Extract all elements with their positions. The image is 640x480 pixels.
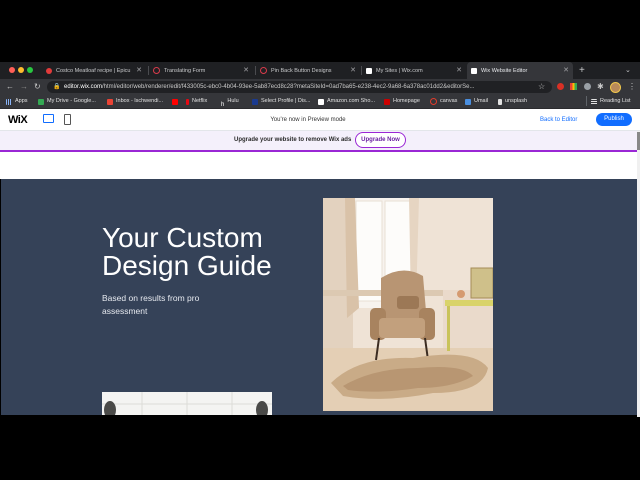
back-to-editor-link[interactable]: Back to Editor: [540, 110, 577, 130]
amazon-icon: [318, 98, 324, 105]
bookmark-item[interactable]: [172, 95, 181, 108]
extension-icon[interactable]: [557, 83, 564, 90]
bookmark-star-icon[interactable]: ☆: [538, 79, 545, 95]
bookmark-label: Netflix: [192, 98, 208, 104]
hulu-icon: h: [221, 101, 225, 108]
bookmark-label: Umail: [474, 98, 489, 104]
reading-list-button[interactable]: Reading List: [591, 95, 631, 108]
tab-favicon-icon: [46, 67, 52, 74]
lock-icon[interactable]: 🔒: [53, 81, 60, 93]
reading-list-icon: [591, 98, 597, 105]
close-tab-icon[interactable]: ✕: [563, 66, 569, 74]
minimize-window-icon[interactable]: [18, 67, 24, 73]
publish-button[interactable]: Publish: [596, 113, 632, 126]
close-tab-icon[interactable]: ✕: [350, 66, 356, 74]
apps-grid-icon: [6, 98, 12, 105]
profile-avatar[interactable]: [610, 82, 621, 93]
tab-title: Costco Meatloaf recipe | Epicu: [56, 67, 131, 74]
bookmark-label: Inbox - lschwendi...: [116, 98, 164, 104]
bookmark-label: Hulu: [227, 98, 239, 104]
back-arrow-icon[interactable]: ←: [6, 79, 14, 95]
bookmarks-divider: [586, 96, 587, 106]
browser-tab-active[interactable]: Wix Website Editor ✕: [467, 62, 573, 79]
bookmark-item[interactable]: Amazon.com Sho...: [318, 95, 375, 108]
tab-search-icon[interactable]: ⌄: [625, 62, 631, 79]
armchair-room-image: [323, 198, 493, 411]
upgrade-now-button[interactable]: Upgrade Now: [355, 132, 406, 148]
reload-icon[interactable]: ↻: [34, 79, 41, 95]
umail-icon: [465, 98, 471, 105]
bookmark-label: My Drive - Google...: [47, 98, 96, 104]
browser-tab[interactable]: Costco Meatloaf recipe | Epicu ✕: [42, 62, 146, 79]
unsplash-icon: [498, 98, 502, 105]
close-tab-icon[interactable]: ✕: [136, 66, 142, 74]
new-tab-button[interactable]: +: [579, 62, 585, 79]
tab-favicon-icon: [260, 67, 267, 74]
tile-wall-image: [102, 392, 272, 415]
bookmark-item[interactable]: My Drive - Google...: [38, 95, 96, 108]
netflix-icon: [186, 98, 189, 105]
tab-title: My Sites | Wix.com: [376, 67, 423, 74]
bookmark-label: canvas: [440, 98, 458, 104]
bookmark-item[interactable]: Select Profile | Dis...: [252, 95, 310, 108]
bookmark-label: Apps: [15, 98, 28, 104]
forward-arrow-icon[interactable]: →: [20, 79, 28, 95]
url-text[interactable]: editor.wix.com/html/editor/web/renderer/…: [64, 81, 534, 93]
close-window-icon[interactable]: [9, 67, 15, 73]
canvas-icon: [430, 98, 437, 105]
hero-title: Your Custom Design Guide: [102, 222, 272, 281]
close-tab-icon[interactable]: ✕: [243, 66, 249, 74]
browser-tab[interactable]: Pin Back Button Designs ✕: [256, 62, 360, 79]
extension-icon[interactable]: [584, 83, 591, 90]
bookmark-label: Amazon.com Sho...: [327, 98, 375, 104]
tab-favicon-icon: [153, 67, 160, 74]
zoom-window-icon[interactable]: [27, 67, 33, 73]
wix-favicon-icon: [471, 67, 477, 74]
bookmark-item[interactable]: Inbox - lschwendi...: [107, 95, 163, 108]
bookmark-item[interactable]: Umail: [465, 95, 488, 108]
close-tab-icon[interactable]: ✕: [456, 66, 462, 74]
gmail-icon: [107, 98, 113, 105]
url-path: /html/editor/web/renderer/edit/f433005c-…: [102, 84, 475, 90]
preview-mode-message: You're now in Preview mode: [270, 117, 346, 123]
bookmark-item[interactable]: canvas: [430, 95, 457, 108]
browser-tab[interactable]: My Sites | Wix.com ✕: [362, 62, 466, 79]
bookmark-item[interactable]: Netflix: [186, 95, 207, 108]
extensions-puzzle-icon[interactable]: ✱: [597, 79, 604, 95]
browser-tab[interactable]: Translating Form ✕: [149, 62, 253, 79]
bookmark-item[interactable]: unsplash: [498, 95, 527, 108]
upgrade-message: Upgrade your website to remove Wix ads: [234, 137, 352, 143]
google-drive-icon: [38, 98, 44, 105]
bookmark-item[interactable]: Homepage: [384, 95, 420, 108]
disney-icon: [252, 98, 258, 105]
bookmark-label: Select Profile | Dis...: [261, 98, 311, 104]
tab-title: Pin Back Button Designs: [271, 67, 332, 74]
extension-icon[interactable]: [570, 83, 577, 90]
hero-section: [1, 179, 637, 415]
bookmark-apps[interactable]: Apps: [6, 95, 28, 108]
hero-subtitle: Based on results from pro assessment: [102, 293, 200, 316]
tab-title: Wix Website Editor: [481, 67, 528, 74]
homepage-icon: [384, 98, 390, 105]
browser-menu-icon[interactable]: ⋮: [628, 79, 636, 95]
youtube-icon: [172, 98, 178, 105]
bookmark-label: Homepage: [393, 98, 420, 104]
wix-favicon-icon: [366, 67, 372, 74]
site-header-strip: [0, 152, 640, 179]
tab-title: Translating Form: [164, 67, 206, 74]
url-host: editor.wix.com: [64, 84, 103, 90]
bookmark-label: unsplash: [505, 98, 528, 104]
reading-list-label: Reading List: [600, 98, 631, 104]
bookmark-item[interactable]: h Hulu: [221, 95, 239, 108]
